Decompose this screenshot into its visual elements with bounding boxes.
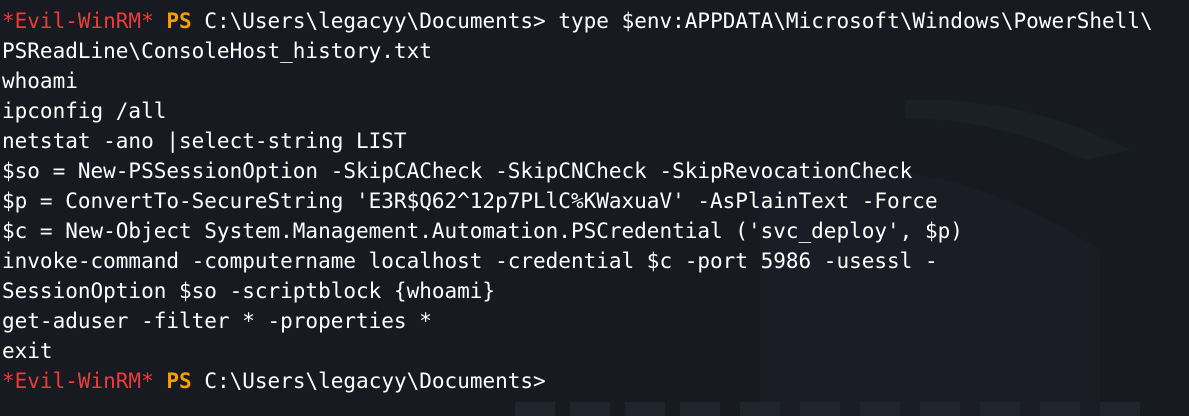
output-line: SessionOption $so -scriptblock {whoami} <box>2 279 496 303</box>
ps-label: PS <box>166 9 192 33</box>
output-line: exit <box>2 339 53 363</box>
output-line: ipconfig /all <box>2 99 167 123</box>
terminal-window[interactable]: *Evil-WinRM* PS C:\Users\legacyy\Documen… <box>0 0 1189 416</box>
prompt-path: C:\Users\legacyy\Documents> <box>204 369 546 393</box>
prompt-line-2[interactable]: *Evil-WinRM* PS C:\Users\legacyy\Documen… <box>0 366 1189 396</box>
ps-label: PS <box>166 369 192 393</box>
output-line: get-aduser -filter * -properties * <box>2 309 432 333</box>
command-text: type $env:APPDATA\Microsoft\Windows\Powe… <box>558 9 1153 33</box>
output-line: $c = New-Object System.Management.Automa… <box>2 219 963 243</box>
command-continuation: PSReadLine\ConsoleHost_history.txt <box>2 39 432 63</box>
output-line: invoke-command -computername localhost -… <box>2 249 938 273</box>
evil-winrm-label: *Evil-WinRM* <box>2 369 154 393</box>
prompt-line-1: *Evil-WinRM* PS C:\Users\legacyy\Documen… <box>0 6 1189 36</box>
evil-winrm-label: *Evil-WinRM* <box>2 9 154 33</box>
output-line: $so = New-PSSessionOption -SkipCACheck -… <box>2 159 913 183</box>
output-line: netstat -ano |select-string LIST <box>2 129 407 153</box>
output-line: whoami <box>2 69 78 93</box>
output-line: $p = ConvertTo-SecureString 'E3R$Q62^12p… <box>2 189 938 213</box>
prompt-path: C:\Users\legacyy\Documents> <box>204 9 546 33</box>
